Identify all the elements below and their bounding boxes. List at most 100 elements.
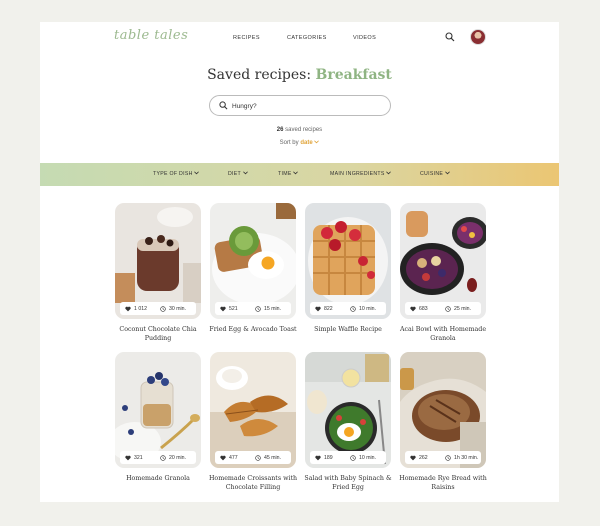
recipe-stats: 189 10 min. (310, 451, 386, 464)
clock-icon (445, 454, 451, 461)
logo[interactable]: table tales (114, 28, 188, 43)
clock-icon (160, 305, 166, 312)
clock-icon (445, 305, 451, 312)
recipe-title[interactable]: Acai Bowl with Homemade Granola (394, 326, 492, 343)
sort-label: Sort by (279, 140, 299, 146)
likes: 321 (125, 455, 143, 461)
likes-count: 262 (419, 454, 428, 461)
page-title-prefix: Saved recipes: (207, 67, 312, 83)
cook-time: 30 min. (160, 306, 186, 312)
nav-videos[interactable]: VIDEOS (353, 35, 393, 41)
saved-count-label: saved recipes (285, 127, 323, 133)
heart-icon[interactable] (125, 455, 131, 461)
page-title: Saved recipes: Breakfast (40, 67, 559, 83)
heart-icon[interactable] (125, 306, 131, 312)
recipe-title[interactable]: Salad with Baby Spinach & Fried Egg (299, 475, 397, 492)
recipe-stats: 477 45 min. (215, 451, 291, 464)
likes: 683 (410, 306, 428, 312)
cook-time-value: 1h 30 min. (454, 454, 479, 461)
filter-label: CUISINE (420, 171, 444, 177)
clock-icon (350, 305, 356, 312)
search-icon (219, 101, 228, 110)
cook-time-value: 10 min. (359, 454, 377, 461)
main-nav: RECIPES CATEGORIES VIDEOS (233, 35, 393, 41)
recipe-stats: 822 10 min. (310, 302, 386, 315)
filter-label: TIME (278, 171, 292, 177)
clock-icon (255, 454, 261, 461)
cook-time: 10 min. (350, 455, 376, 461)
likes: 521 (220, 306, 238, 312)
recipe-stats: 1 012 30 min. (120, 302, 196, 315)
likes-count: 321 (134, 454, 143, 461)
likes: 189 (315, 455, 333, 461)
cook-time-value: 45 min. (264, 454, 282, 461)
recipe-title[interactable]: Homemade Granola (109, 475, 207, 484)
page: table tales RECIPES CATEGORIES VIDEOS Sa… (40, 22, 559, 502)
chevron-down-icon (293, 171, 299, 175)
heart-icon[interactable] (315, 455, 321, 461)
clock-icon (255, 305, 261, 312)
filter-label: DIET (228, 171, 241, 177)
cook-time-value: 30 min. (169, 305, 187, 312)
likes: 477 (220, 455, 238, 461)
heart-icon[interactable] (315, 306, 321, 312)
heart-icon[interactable] (410, 306, 416, 312)
likes-count: 189 (324, 454, 333, 461)
chevron-down-icon (445, 171, 450, 175)
saved-count: 26 saved recipes (40, 127, 559, 133)
likes: 1 012 (125, 306, 147, 312)
filter-main-ingredients[interactable]: MAIN INGREDIENTS (330, 171, 392, 177)
likes-count: 1 012 (134, 305, 147, 312)
likes: 262 (410, 455, 428, 461)
heart-icon[interactable] (410, 455, 416, 461)
saved-count-number: 26 (276, 127, 284, 133)
likes-count: 683 (419, 305, 428, 312)
likes-count: 521 (229, 305, 238, 312)
recipe-title[interactable]: Fried Egg & Avocado Toast (204, 326, 302, 335)
cook-time: 10 min. (350, 306, 376, 312)
cook-time-value: 15 min. (264, 305, 282, 312)
heart-icon[interactable] (220, 455, 226, 461)
recipe-stats: 683 25 min. (405, 302, 481, 315)
chevron-down-icon (386, 171, 392, 175)
nav-recipes[interactable]: RECIPES (233, 35, 287, 41)
cook-time: 25 min. (445, 306, 471, 312)
header: table tales RECIPES CATEGORIES VIDEOS (40, 22, 559, 58)
search-input[interactable] (232, 100, 382, 112)
filter-cuisine[interactable]: CUISINE (420, 171, 450, 177)
cook-time: 20 min. (160, 455, 186, 461)
search-field[interactable] (209, 95, 391, 116)
clock-icon (350, 454, 356, 461)
recipe-title[interactable]: Homemade Croissants with Chocolate Filli… (204, 475, 302, 492)
recipe-stats: 521 15 min. (215, 302, 291, 315)
cook-time-value: 10 min. (359, 305, 377, 312)
cook-time-value: 25 min. (454, 305, 472, 312)
nav-categories[interactable]: CATEGORIES (287, 35, 353, 41)
chevron-down-icon[interactable] (314, 140, 320, 144)
recipe-title[interactable]: Coconut Chocolate Chia Pudding (109, 326, 207, 343)
filter-diet[interactable]: DIET (228, 171, 248, 177)
recipe-title[interactable]: Simple Waffle Recipe (299, 326, 397, 335)
chevron-down-icon (194, 171, 200, 175)
filter-type-of-dish[interactable]: TYPE OF DISH (153, 171, 200, 177)
recipe-title[interactable]: Homemade Rye Bread with Raisins (394, 475, 492, 492)
page-title-category: Breakfast (315, 67, 392, 83)
search-icon[interactable] (445, 32, 455, 42)
chevron-down-icon (242, 171, 248, 175)
cook-time: 15 min. (255, 306, 281, 312)
sort-control: Sort by date (40, 140, 559, 146)
sort-value[interactable]: date (300, 140, 312, 146)
filter-time[interactable]: TIME (278, 171, 299, 177)
likes: 822 (315, 306, 333, 312)
avatar[interactable] (470, 29, 486, 45)
recipe-stats: 321 20 min. (120, 451, 196, 464)
cook-time: 45 min. (255, 455, 281, 461)
heart-icon[interactable] (220, 306, 226, 312)
filter-label: TYPE OF DISH (153, 171, 193, 177)
likes-count: 477 (229, 454, 238, 461)
filter-label: MAIN INGREDIENTS (330, 171, 385, 177)
cook-time: 1h 30 min. (445, 455, 478, 461)
cook-time-value: 20 min. (169, 454, 187, 461)
clock-icon (160, 454, 166, 461)
filter-bar: TYPE OF DISH DIET TIME MAIN INGREDIENTS … (40, 163, 559, 186)
